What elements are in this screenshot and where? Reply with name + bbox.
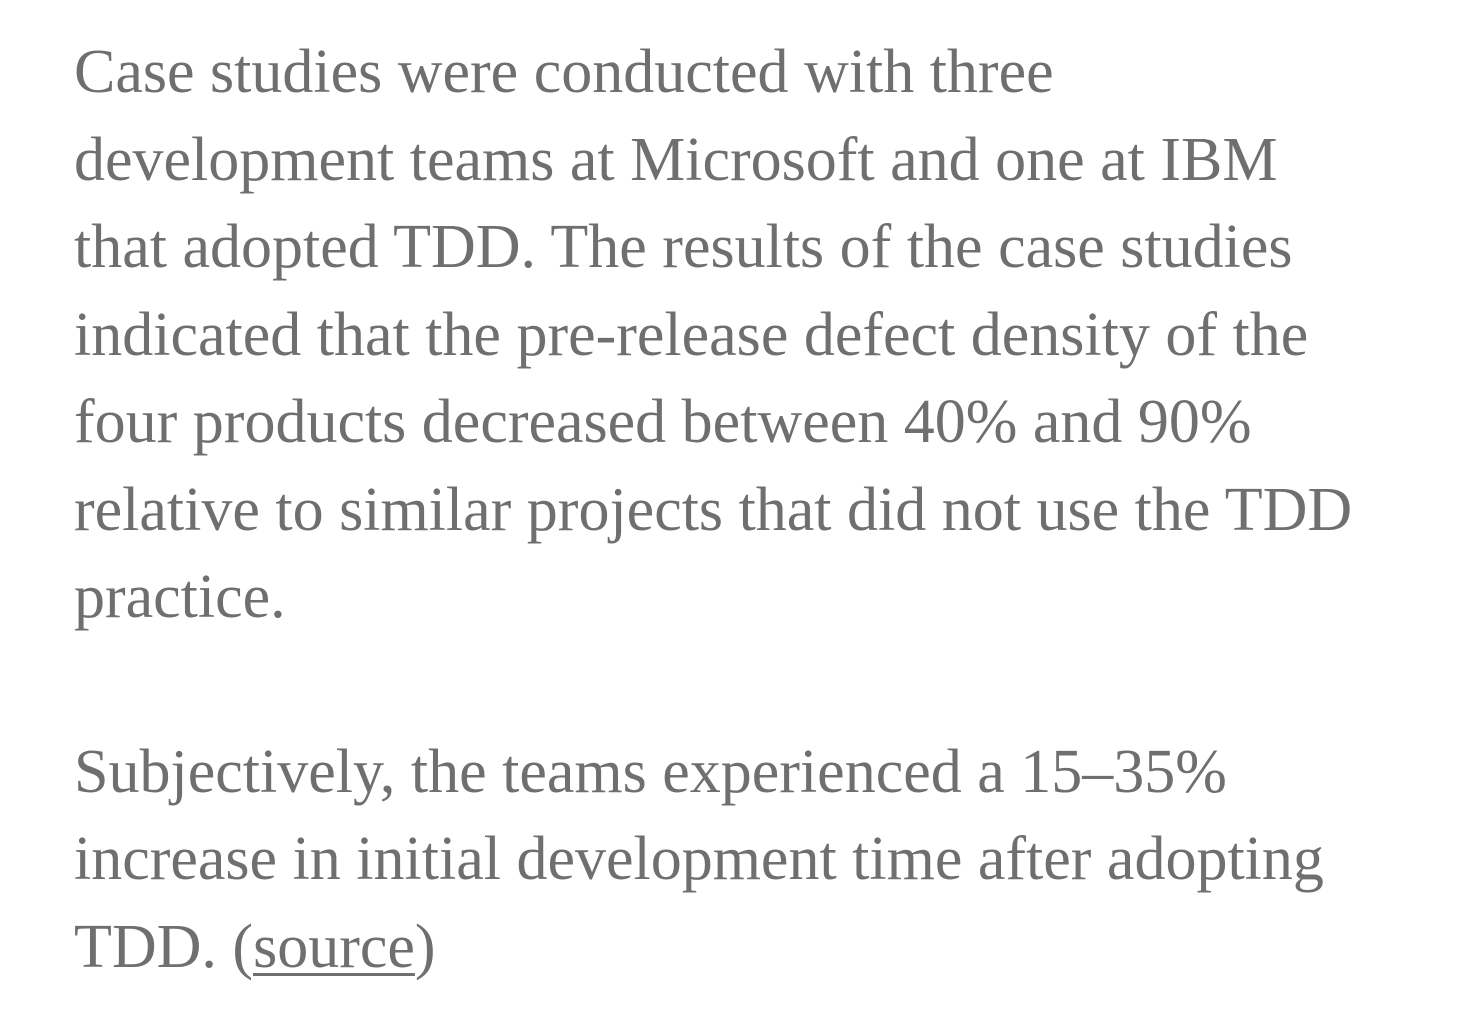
paragraph-line: that adopted TDD. The results of the cas… <box>74 213 1293 281</box>
paragraph-line: Case studies were conducted with three <box>74 38 1054 106</box>
paragraph-line: development teams at Microsoft and one a… <box>74 125 1278 194</box>
paragraph-text: ) <box>414 912 436 981</box>
paragraph-last-line: TDD. (source) <box>74 904 1404 992</box>
article-body: Case studies were conducted with three d… <box>74 29 1404 991</box>
paragraph-tdd-case-studies: Case studies were conducted with three d… <box>74 29 1404 642</box>
paragraph-development-time: Subjectively, the teams experienced a 15… <box>74 729 1404 992</box>
paragraph-line: relative to similar projects that did no… <box>74 475 1353 544</box>
paragraph-line: indicated that the pre-release defect de… <box>74 300 1309 369</box>
paragraph-line: increase in initial development time aft… <box>74 825 1324 893</box>
paragraph-text: TDD. ( <box>74 912 254 981</box>
paragraph-line: four products decreased between 40% and … <box>74 388 1252 456</box>
source-link[interactable]: source <box>253 913 415 981</box>
paragraph-line: Subjectively, the teams experienced a 15… <box>74 737 1227 806</box>
paragraph-line: practice. <box>74 563 286 631</box>
